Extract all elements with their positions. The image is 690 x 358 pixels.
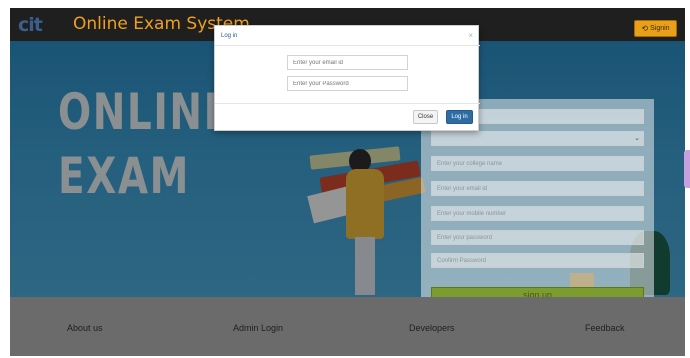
signup-button[interactable]: sign up: [431, 287, 644, 297]
email-input[interactable]: [287, 55, 408, 70]
college-name-field[interactable]: Enter your college name: [431, 156, 644, 171]
signup-select[interactable]: ⌄: [431, 131, 644, 146]
sign-in-icon: ⟲: [641, 24, 649, 33]
password-input[interactable]: [287, 76, 408, 91]
close-button[interactable]: Close: [413, 110, 438, 124]
footer-link-about[interactable]: About us: [67, 323, 103, 333]
footer-link-admin-login[interactable]: Admin Login: [233, 323, 283, 333]
login-button[interactable]: Log in: [446, 110, 473, 124]
signup-email-field[interactable]: Enter your email id: [431, 181, 644, 196]
close-icon[interactable]: ×: [468, 31, 473, 40]
confirm-password-field[interactable]: Confirm Password: [431, 253, 644, 268]
mobile-number-field[interactable]: Enter your mobile number: [431, 206, 644, 221]
signup-password-field[interactable]: Enter your password: [431, 230, 644, 245]
signin-button[interactable]: ⟲ Signin: [634, 20, 677, 37]
site-logo[interactable]: cit: [18, 14, 58, 36]
chevron-down-icon: ⌄: [634, 135, 640, 142]
footer-link-feedback[interactable]: Feedback: [585, 323, 625, 333]
modal-footer: Close Log in: [215, 103, 480, 132]
footer-link-developers[interactable]: Developers: [409, 323, 455, 333]
side-tab[interactable]: [684, 150, 690, 188]
modal-header: Log in ×: [215, 26, 480, 46]
signin-label: Signin: [650, 25, 670, 32]
login-modal: Log in × Close Log in: [214, 25, 480, 132]
modal-title: Log in: [221, 33, 238, 39]
footer: About us Admin Login Developers Feedback: [10, 297, 685, 356]
